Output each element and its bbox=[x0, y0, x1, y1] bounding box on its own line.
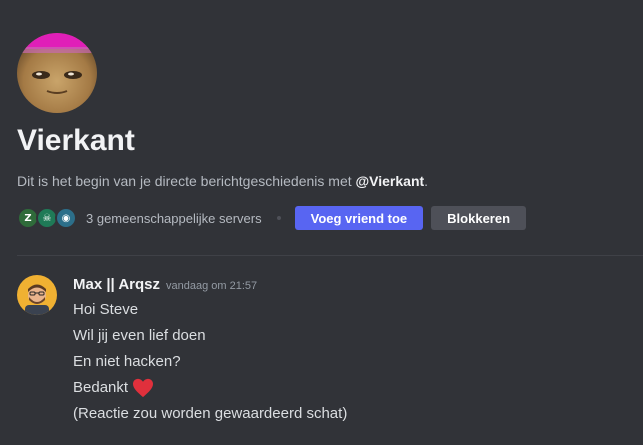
separator-dot bbox=[276, 216, 281, 220]
message-content: Hoi Steve Wil jij even lief doen En niet… bbox=[73, 297, 347, 427]
author-avatar[interactable] bbox=[17, 275, 57, 315]
message-line: Wil jij even lief doen bbox=[73, 327, 206, 344]
mutual-server-icons[interactable]: Z ☠ ◉ bbox=[17, 207, 77, 229]
avatar-image bbox=[17, 33, 97, 113]
server-globe-glyph: ◉ bbox=[61, 212, 71, 224]
message-header: Max || Arqsz vandaag om 21:57 bbox=[73, 276, 257, 293]
message-line-text: Bedankt bbox=[73, 379, 129, 396]
heart-icon[interactable] bbox=[132, 378, 154, 398]
message-line: Bedankt bbox=[73, 375, 347, 401]
add-friend-button[interactable]: Voeg vriend toe bbox=[294, 206, 424, 230]
message-line: Hoi Steve bbox=[73, 301, 139, 318]
dm-intro-text: Dit is het begin van je directe berichtg… bbox=[17, 172, 428, 190]
divider bbox=[17, 255, 643, 256]
mutual-servers-row: Z ☠ ◉ 3 gemeenschappelijke servers Voeg … bbox=[17, 206, 527, 230]
user-avatar[interactable] bbox=[17, 33, 97, 113]
message-timestamp[interactable]: vandaag om 21:57 bbox=[166, 280, 257, 292]
server-reaper-glyph: ☠ bbox=[42, 212, 52, 224]
dm-channel: Vierkant Dit is het begin van je directe… bbox=[0, 0, 643, 445]
intro-prefix: Dit is het begin van je directe berichtg… bbox=[17, 173, 356, 189]
block-button[interactable]: Blokkeren bbox=[431, 206, 527, 230]
server-globe-icon[interactable]: ◉ bbox=[55, 207, 77, 229]
mutual-servers-link[interactable]: 3 gemeenschappelijke servers bbox=[86, 211, 262, 226]
intro-suffix: . bbox=[424, 173, 429, 189]
server-z-glyph: Z bbox=[24, 212, 32, 224]
message-line: En niet hacken? bbox=[73, 353, 181, 370]
message-line: (Reactie zou worden gewaardeerd schat) bbox=[73, 405, 348, 422]
avatar-image bbox=[17, 275, 57, 315]
dm-recipient-name: Vierkant bbox=[17, 124, 135, 157]
intro-mention[interactable]: @Vierkant bbox=[356, 173, 425, 189]
author-name[interactable]: Max || Arqsz bbox=[73, 276, 160, 293]
